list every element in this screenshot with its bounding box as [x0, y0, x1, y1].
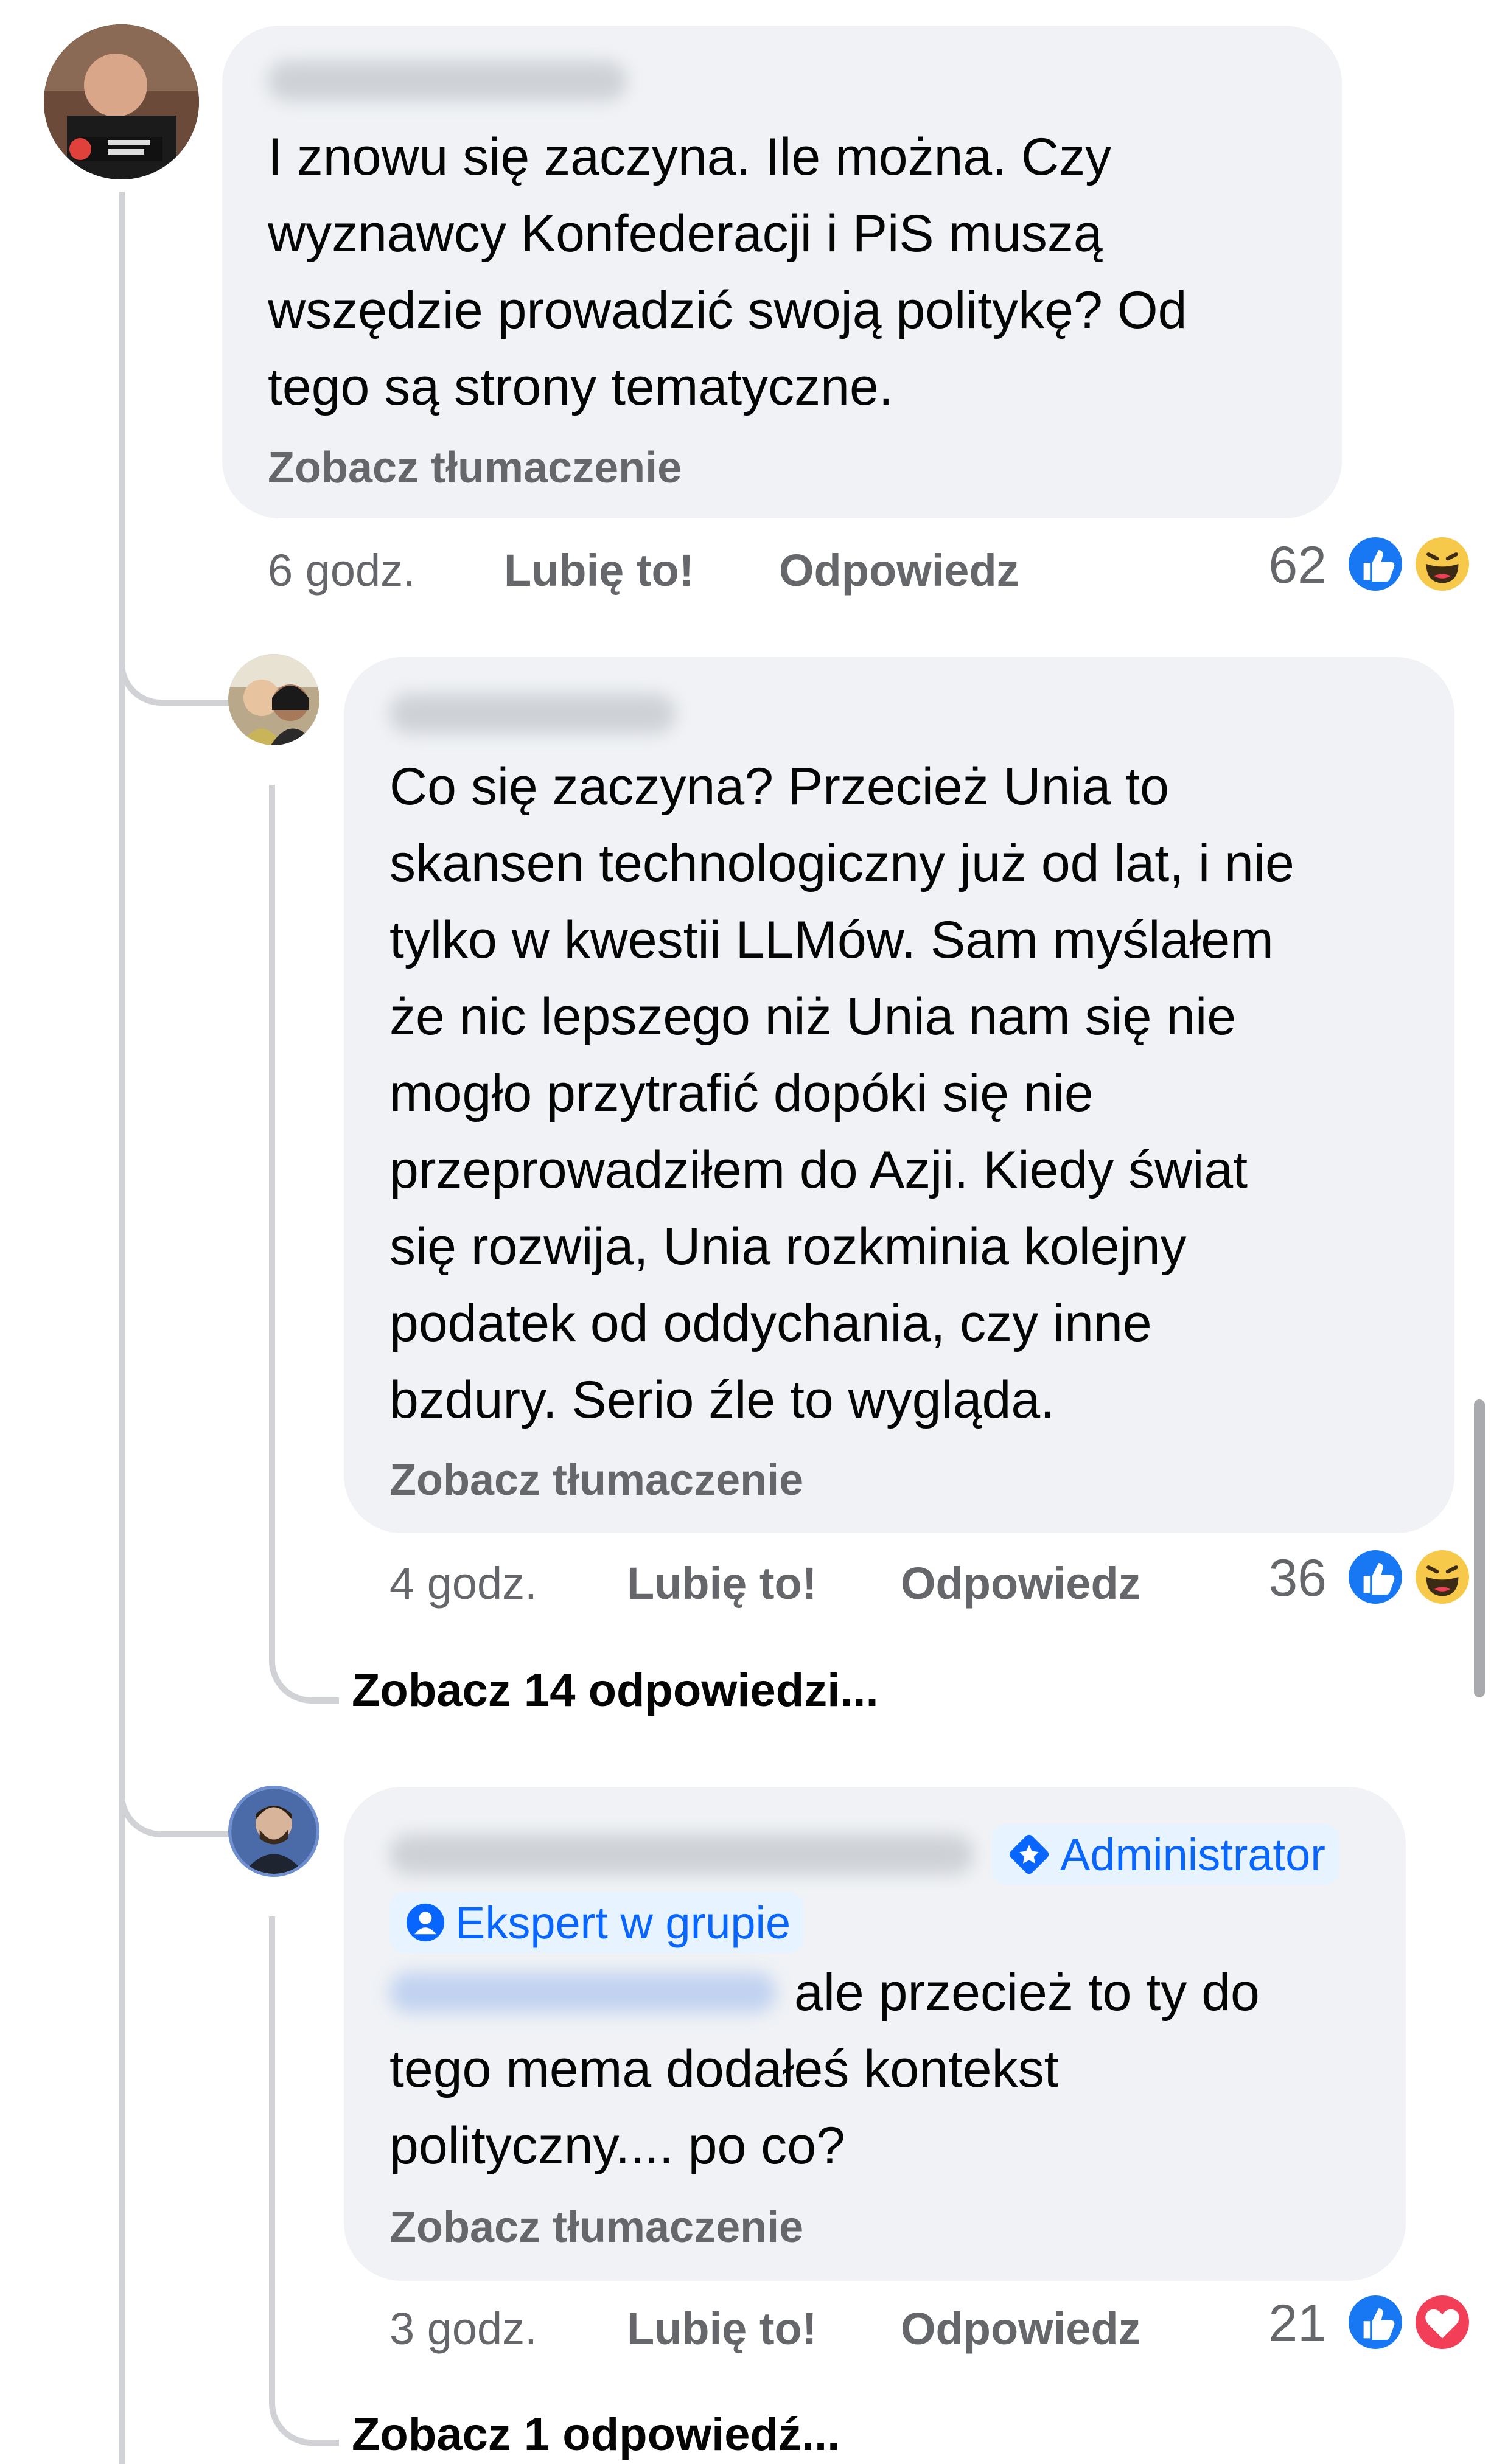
comment-author-name[interactable] — [268, 61, 627, 101]
comment-timestamp[interactable]: 6 godz. — [268, 545, 416, 596]
reply-2-thread-line — [269, 1916, 275, 2367]
comment-timestamp[interactable]: 4 godz. — [389, 1557, 537, 1609]
comment-author-name[interactable] — [389, 694, 676, 734]
comment-text: ale przecież to ty do — [794, 1963, 1260, 2022]
reactions-count[interactable]: 21 — [1235, 2294, 1327, 2354]
thread-line-main — [119, 192, 125, 2464]
like-button[interactable]: Lubię to! — [627, 1557, 817, 1609]
reply-2-replies-connector — [269, 2348, 339, 2446]
like-icon[interactable] — [1345, 1547, 1406, 1607]
avatar[interactable] — [228, 654, 320, 745]
thread-connector-reply-2 — [119, 1752, 240, 1837]
view-replies-link[interactable]: Zobacz 1 odpowiedź... — [352, 2408, 840, 2461]
like-icon[interactable] — [1345, 534, 1406, 594]
profile-photo-icon — [231, 1789, 316, 1874]
profile-photo-icon — [44, 24, 199, 179]
comment-text: Co się zaczyna? Przecież Unia to skansen… — [389, 757, 1294, 1429]
reactions-count[interactable]: 62 — [1235, 535, 1327, 596]
like-icon[interactable] — [1345, 2292, 1406, 2353]
haha-icon[interactable] — [1412, 534, 1473, 594]
comment-text: I znowu się zaczyna. Ile można. Czy wyzn… — [268, 128, 1187, 416]
reactions-count[interactable]: 36 — [1235, 1548, 1327, 1609]
reply-1-replies-connector — [269, 1606, 339, 1704]
thread-connector-reply-1 — [119, 621, 240, 706]
reply-button[interactable]: Odpowiedz — [779, 545, 1019, 596]
expert-badge-icon — [406, 1903, 445, 1942]
scrollbar[interactable] — [1474, 1399, 1485, 1697]
expert-badge[interactable]: Ekspert w grupie — [389, 1892, 805, 1953]
reply-button[interactable]: Odpowiedz — [901, 1557, 1141, 1609]
haha-icon[interactable] — [1412, 1547, 1473, 1607]
see-translation-link[interactable]: Zobacz tłumaczenie — [389, 2202, 803, 2252]
comment-author-name[interactable] — [389, 1834, 974, 1874]
see-translation-link[interactable]: Zobacz tłumaczenie — [389, 1455, 803, 1505]
avatar[interactable] — [44, 24, 199, 179]
avatar[interactable] — [228, 1786, 320, 1877]
love-icon[interactable] — [1412, 2292, 1473, 2353]
admin-shield-icon — [1009, 1834, 1049, 1874]
see-translation-link[interactable]: Zobacz tłumaczenie — [268, 443, 682, 493]
comment-text-continued: tego mema dodałeś kontekst polityczny...… — [389, 2040, 1059, 2175]
reply-button[interactable]: Odpowiedz — [901, 2303, 1141, 2354]
reply-1-thread-line — [269, 785, 275, 1624]
view-replies-link[interactable]: Zobacz 14 odpowiedzi... — [352, 1664, 879, 1717]
like-button[interactable]: Lubię to! — [627, 2303, 817, 2354]
profile-photo-icon — [228, 654, 320, 745]
comment-timestamp[interactable]: 3 godz. — [389, 2303, 537, 2354]
like-button[interactable]: Lubię to! — [504, 545, 694, 596]
admin-badge-label: Administrator — [1060, 1829, 1325, 1880]
mentioned-user[interactable] — [389, 1972, 776, 2013]
expert-badge-label: Ekspert w grupie — [455, 1897, 791, 1948]
admin-badge[interactable]: Administrator — [992, 1824, 1339, 1885]
